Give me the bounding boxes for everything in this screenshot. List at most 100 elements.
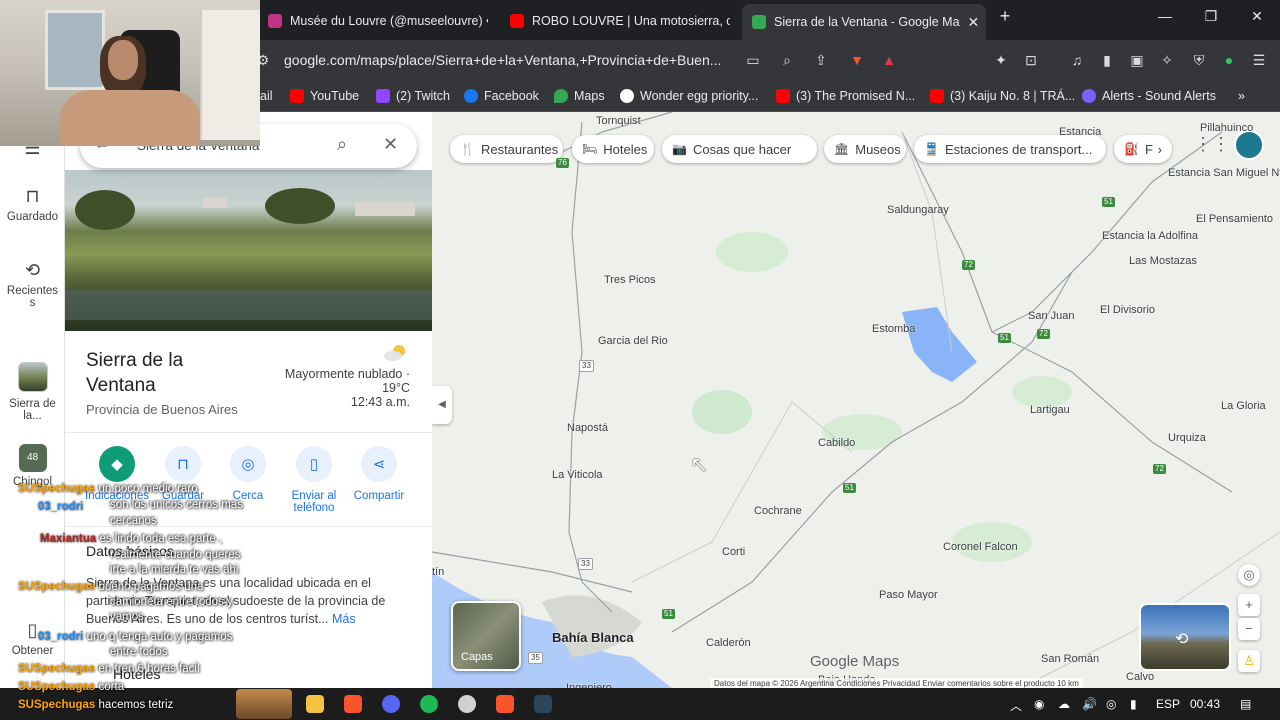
tab-google-maps[interactable]: Sierra de la Ventana - Google Ma ✕ bbox=[742, 4, 986, 40]
screenshot-icon[interactable]: ⊡ bbox=[1020, 52, 1042, 69]
town-label[interactable]: Lartigau bbox=[1030, 404, 1070, 416]
bookmark-sound-alerts[interactable]: Alerts - Sound Alerts bbox=[1082, 89, 1216, 103]
map-canvas[interactable]: 🍴 Restaurantes 🛏 Hoteles 📷 Cosas que hacer … bbox=[432, 112, 1280, 688]
town-label[interactable]: tín bbox=[432, 566, 444, 578]
discord-tray-icon[interactable]: ◉ bbox=[1034, 697, 1044, 711]
close-window-icon[interactable]: ✕ bbox=[1242, 8, 1272, 25]
map-attribution[interactable]: Datos del mapa © 2026 Argentina Condicio… bbox=[710, 678, 1083, 688]
tab-louvre-instagram[interactable]: Musée du Louvre (@museelouvre) • I bbox=[258, 6, 488, 36]
recent-button[interactable]: ⟲ Recientes s bbox=[0, 260, 65, 309]
vpn-icon[interactable]: ⛨ bbox=[1188, 52, 1210, 69]
close-tab-icon[interactable]: ✕ bbox=[960, 14, 980, 31]
town-label[interactable]: Tornquist bbox=[596, 115, 641, 127]
bookmark-maps[interactable]: Maps bbox=[554, 89, 605, 103]
steam-tray-icon[interactable]: ◎ bbox=[1106, 697, 1116, 711]
town-label[interactable]: Garcia del Rio bbox=[598, 335, 668, 347]
town-label[interactable]: Urquiza bbox=[1168, 432, 1206, 444]
town-label[interactable]: Napostá bbox=[567, 422, 608, 434]
brave-shield-icon[interactable]: ▼ bbox=[846, 52, 868, 68]
chip-restaurants[interactable]: 🍴 Restaurantes bbox=[450, 135, 563, 163]
town-label[interactable]: El Divisorio bbox=[1100, 304, 1155, 316]
cast-icon[interactable]: ▭ bbox=[742, 52, 764, 69]
street-view-thumbnail[interactable]: ⟲ bbox=[1139, 603, 1231, 671]
town-label[interactable]: Tres Picos bbox=[604, 274, 656, 286]
collapse-panel-button[interactable]: ◀ bbox=[432, 386, 452, 424]
notifications-icon[interactable]: ▤ bbox=[1240, 697, 1251, 711]
account-avatar[interactable] bbox=[1234, 130, 1264, 160]
town-label[interactable]: Pillahuinco bbox=[1200, 122, 1253, 134]
volume-icon[interactable]: 🔊 bbox=[1082, 697, 1097, 711]
town-label[interactable]: La Viticola bbox=[552, 469, 603, 481]
bookmark-youtube[interactable]: YouTube bbox=[290, 89, 359, 103]
search-icon[interactable]: ⌕ bbox=[337, 134, 347, 155]
media-icon[interactable]: ♫ bbox=[1066, 52, 1088, 68]
chip-transit-stations[interactable]: 🚆 Estaciones de transport... bbox=[914, 135, 1106, 163]
town-label[interactable]: Estomba bbox=[872, 323, 915, 335]
leo-ai-icon[interactable]: ✧ bbox=[1156, 52, 1178, 69]
recent-place-sierra[interactable]: Sierra de la... bbox=[0, 362, 65, 422]
town-label[interactable]: La Gloria bbox=[1221, 400, 1266, 412]
microphone-icon[interactable]: ▮ bbox=[1130, 697, 1137, 711]
my-location-icon[interactable]: ◎ bbox=[1238, 564, 1260, 586]
bookmark-facebook[interactable]: Facebook bbox=[464, 89, 539, 103]
town-label[interactable]: Estancia bbox=[1059, 126, 1101, 138]
tab-robo-louvre[interactable]: ROBO LOUVRE | Una motosierra, cua bbox=[500, 6, 730, 36]
bookmark-kaiju[interactable]: (3) Kaiju No. 8 | TRÁ... bbox=[930, 89, 1075, 103]
brave-active-icon[interactable] bbox=[496, 695, 514, 713]
url-field[interactable]: google.com/maps/place/Sierra+de+la+Venta… bbox=[284, 52, 721, 68]
tray-chevron-icon[interactable]: ︿ bbox=[1010, 697, 1022, 714]
language-indicator[interactable]: ESP bbox=[1156, 697, 1180, 711]
city-label[interactable]: Bahía Blanca bbox=[552, 630, 634, 645]
saved-button[interactable]: ⊓ Guardado bbox=[0, 186, 65, 223]
town-label[interactable]: Calderón bbox=[706, 637, 751, 649]
chip-gas-stations[interactable]: ⛽ F › bbox=[1114, 135, 1172, 163]
brave-rewards-icon[interactable]: ▲ bbox=[878, 52, 900, 68]
town-label[interactable]: Estancia la Adolfina bbox=[1102, 230, 1198, 242]
zoom-icon[interactable]: ⌕ bbox=[776, 52, 798, 69]
cloud-icon[interactable]: ☁ bbox=[1058, 697, 1070, 711]
pegman-icon[interactable]: ♙ bbox=[1238, 650, 1260, 672]
chip-hotels[interactable]: 🛏 Hoteles bbox=[572, 135, 654, 163]
zoom-in-button[interactable]: + bbox=[1238, 594, 1260, 616]
minimize-icon[interactable]: — bbox=[1150, 8, 1180, 24]
town-label[interactable]: Calvo bbox=[1126, 671, 1154, 683]
weather-description: Mayormente nublado · 19°C bbox=[284, 367, 410, 395]
more-bookmarks-icon[interactable]: » bbox=[1238, 89, 1245, 103]
town-label[interactable]: Corti bbox=[722, 546, 745, 558]
town-label[interactable]: Cochrane bbox=[754, 505, 802, 517]
town-label[interactable]: Saldungaray bbox=[887, 204, 949, 216]
new-tab-button[interactable]: + bbox=[990, 6, 1020, 27]
town-label[interactable]: Las Mostazas bbox=[1129, 255, 1197, 267]
town-label[interactable]: Cabildo bbox=[818, 437, 855, 449]
wallet-icon[interactable]: ▣ bbox=[1126, 52, 1148, 69]
spotify-icon[interactable] bbox=[420, 695, 438, 713]
town-label[interactable]: Estancia San Miguel Nte. bbox=[1168, 167, 1280, 179]
zoom-out-button[interactable]: − bbox=[1238, 618, 1260, 640]
instagram-icon bbox=[268, 14, 282, 28]
town-label[interactable]: San Román bbox=[1041, 653, 1099, 665]
bookmark-promised-neverland[interactable]: (3) The Promised N... bbox=[776, 89, 915, 103]
bookmark-wonder-egg[interactable]: Wonder egg priority... bbox=[620, 89, 758, 103]
bookmark-twitch[interactable]: (2) Twitch bbox=[376, 89, 450, 103]
town-label[interactable]: Paso Mayor bbox=[879, 589, 938, 601]
sidebar-icon[interactable]: ▮ bbox=[1096, 52, 1118, 69]
layers-button[interactable]: Capas bbox=[451, 601, 521, 671]
extensions-icon[interactable]: ✦ bbox=[990, 52, 1012, 69]
steam-icon[interactable] bbox=[534, 695, 552, 713]
profile-icon[interactable]: ● bbox=[1218, 52, 1240, 68]
chevron-right-icon[interactable]: › bbox=[1158, 142, 1162, 157]
town-label[interactable]: San Juan bbox=[1028, 310, 1074, 322]
bookmark-mail[interactable]: ail bbox=[260, 89, 273, 103]
place-photo[interactable] bbox=[65, 170, 432, 331]
share-page-icon[interactable]: ⇪ bbox=[810, 52, 832, 69]
clock[interactable]: 00:43 bbox=[1190, 697, 1220, 711]
chip-things-to-do[interactable]: 📷 Cosas que hacer bbox=[662, 135, 817, 163]
close-icon[interactable]: ✕ bbox=[383, 134, 398, 155]
town-label[interactable]: El Pensamiento bbox=[1196, 213, 1273, 225]
town-label[interactable]: Coronel Falcon bbox=[943, 541, 1018, 553]
menu-icon[interactable]: ☰ bbox=[1248, 52, 1270, 69]
restore-icon[interactable]: ❐ bbox=[1196, 8, 1226, 25]
chip-museums[interactable]: 🏛 Museos bbox=[824, 135, 906, 163]
obs-icon[interactable] bbox=[458, 695, 476, 713]
google-apps-icon[interactable]: ⋮⋮ bbox=[1194, 134, 1230, 155]
